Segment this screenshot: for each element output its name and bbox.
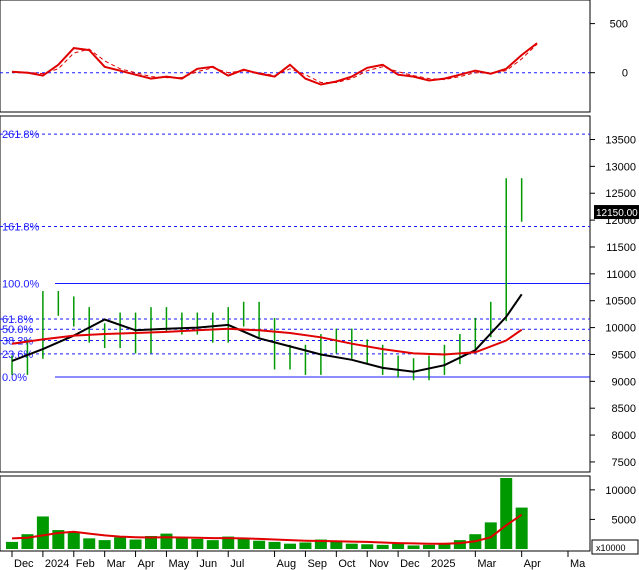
volume-bar [500, 478, 513, 549]
price-y-tick-label: 12500 [605, 188, 636, 200]
x-axis-month-label: Aug [277, 558, 297, 570]
volume-bar [6, 541, 18, 549]
price-y-tick-label: 10500 [605, 296, 636, 308]
volume-bar [129, 539, 142, 549]
x-axis-month-label: Apr [138, 558, 155, 570]
volume-bar [423, 544, 435, 549]
volume-bar [160, 533, 173, 549]
price-y-tick-label: 11000 [606, 269, 636, 281]
vol-y-tick-label: 10000 [605, 485, 636, 497]
x-axis-month-label: Jun [199, 558, 217, 570]
x-axis-month-label: May [168, 558, 189, 570]
x-axis-month-label: Dec [400, 558, 420, 570]
stock-chart: 0 500 7500 8000 8500 9000 9500 10000 10500 11000… [0, 0, 639, 570]
volume-bar [515, 507, 528, 549]
x-axis-month-label: Apr [524, 558, 541, 570]
chart-background [0, 0, 639, 570]
price-y-tick-label: 8500 [612, 403, 636, 415]
price-y-tick-label: 13000 [605, 161, 636, 173]
vol-y-tick-label: 5000 [612, 514, 636, 526]
price-y-tick-label: 9500 [612, 349, 636, 361]
volume-bar [253, 540, 266, 549]
x-axis-month-label: Jul [230, 558, 244, 570]
price-y-tick-label: 11500 [606, 242, 636, 254]
volume-bar [175, 537, 188, 549]
volume-multiplier-label: x10000 [596, 543, 626, 553]
x-axis-month-label: Ma [570, 558, 586, 570]
x-axis-month-label: Mar [107, 558, 126, 570]
volume-bar [98, 540, 111, 549]
volume-bar [345, 543, 358, 549]
fib-level-label: 261.8% [2, 129, 40, 141]
volume-bar [67, 532, 80, 549]
volume-bar [268, 541, 281, 549]
volume-bar [114, 537, 127, 549]
x-axis-month-label: Mar [477, 558, 496, 570]
fib-level-label: 100.0% [2, 279, 40, 291]
x-axis-month-label: Nov [369, 558, 389, 570]
volume-bar [191, 538, 204, 549]
volume-bar [407, 545, 420, 549]
x-axis-month-label: Oct [338, 558, 355, 570]
volume-bar [206, 540, 219, 549]
fib-level-label: 161.8% [2, 222, 40, 234]
volume-bar [330, 541, 343, 549]
x-axis-month-label: Feb [76, 558, 95, 570]
price-y-tick-label: 10000 [605, 323, 636, 335]
x-axis-month-label: 2024 [45, 558, 69, 570]
x-axis-month-label: Sep [307, 558, 327, 570]
volume-bar [284, 543, 296, 549]
volume-bar [484, 522, 497, 549]
volume-bar [438, 544, 451, 549]
price-y-tick-label: 8000 [612, 430, 636, 442]
price-y-tick-label: 7500 [612, 457, 636, 469]
volume-bar [361, 544, 374, 549]
volume-bar [392, 543, 405, 549]
volume-bar [36, 516, 49, 549]
volume-bar [453, 540, 466, 549]
last-price-label: 12150.00 [596, 208, 638, 219]
fib-level-label: 0.0% [2, 372, 27, 384]
osc-y-tick-label: 0 [622, 68, 628, 80]
volume-bar [237, 538, 250, 549]
volume-bar [83, 538, 96, 549]
x-axis-month-label: 2025 [431, 558, 455, 570]
volume-bar [376, 544, 389, 549]
volume-bar [299, 542, 312, 549]
x-axis-month-label: Dec [14, 558, 34, 570]
fib-level-label: 50.0% [2, 324, 33, 336]
osc-y-tick-label: 500 [610, 19, 628, 31]
price-y-tick-label: 9000 [612, 376, 636, 388]
price-y-tick-label: 13500 [605, 134, 636, 146]
